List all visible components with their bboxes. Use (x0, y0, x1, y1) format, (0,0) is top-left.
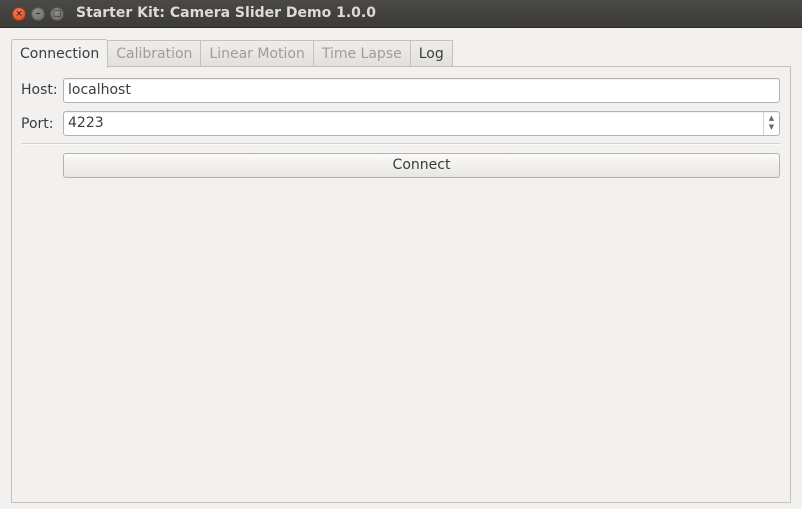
port-spinbox[interactable]: 4223 ▲ ▼ (63, 111, 780, 136)
connect-button-label: Connect (392, 157, 451, 173)
connect-button[interactable]: Connect (63, 153, 780, 178)
separator (21, 143, 780, 145)
close-icon: × (15, 9, 23, 19)
tab-time-lapse: Time Lapse (313, 40, 411, 67)
window-title: Starter Kit: Camera Slider Demo 1.0.0 (76, 5, 376, 21)
maximize-icon: □ (52, 9, 62, 19)
tab-log[interactable]: Log (410, 40, 453, 67)
port-value: 4223 (68, 115, 104, 131)
port-stepper[interactable]: ▲ ▼ (763, 112, 779, 135)
spin-down-icon[interactable]: ▼ (764, 123, 779, 132)
window-titlebar[interactable]: × – □ Starter Kit: Camera Slider Demo 1.… (0, 0, 802, 28)
host-value: localhost (68, 82, 131, 98)
close-window-button[interactable]: × (12, 7, 26, 21)
minimize-icon: – (35, 9, 41, 19)
tab-calibration: Calibration (108, 40, 202, 67)
tab-linear-motion: Linear Motion (201, 40, 314, 67)
port-label: Port: (21, 116, 54, 132)
tab-connection[interactable]: Connection (11, 39, 109, 68)
tab-bar: Connection Calibration Linear Motion Tim… (11, 38, 453, 68)
maximize-window-button[interactable]: □ (50, 7, 64, 21)
spin-up-icon[interactable]: ▲ (764, 114, 779, 123)
host-label: Host: (21, 82, 58, 98)
minimize-window-button[interactable]: – (31, 7, 45, 21)
host-input[interactable]: localhost (63, 78, 780, 103)
